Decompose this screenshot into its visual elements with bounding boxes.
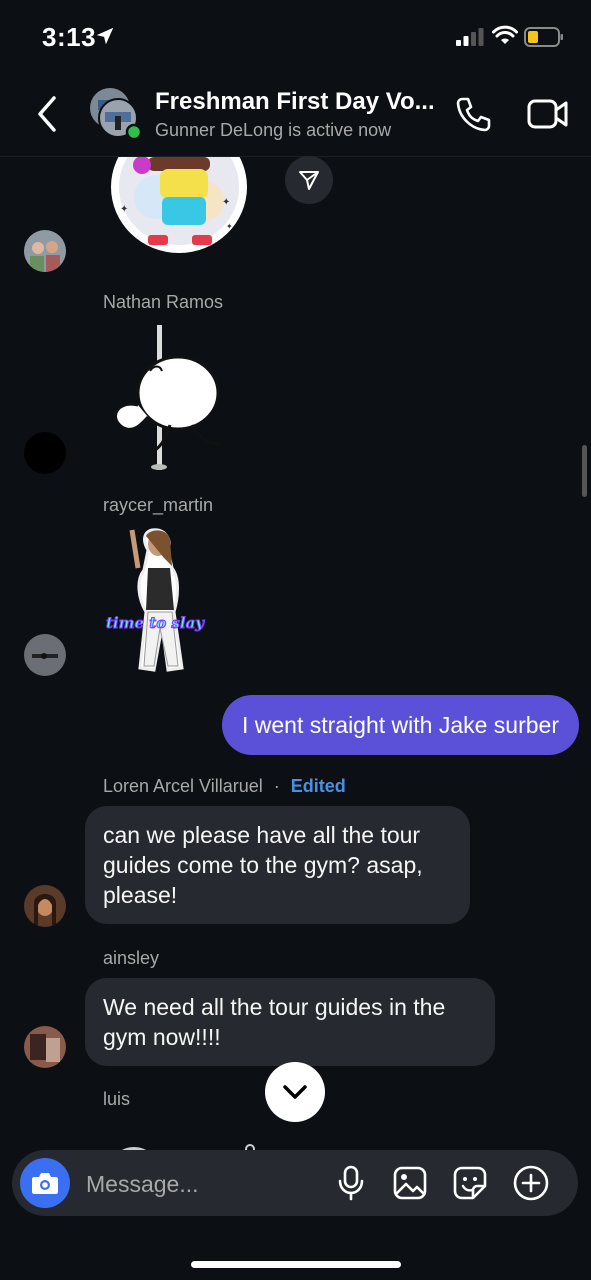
sender-name: raycer_martin	[103, 495, 214, 515]
svg-text:✦: ✦	[226, 222, 233, 231]
avatar[interactable]	[24, 1026, 66, 1068]
separator-dot: ·	[273, 776, 280, 796]
gallery-button[interactable]	[390, 1163, 430, 1203]
microphone-button[interactable]	[331, 1163, 371, 1203]
svg-text:✦: ✦	[120, 204, 128, 215]
signal-icon	[456, 28, 484, 46]
send-icon	[299, 171, 319, 190]
sticker-time-to-slay[interactable]: time to slay	[102, 528, 220, 676]
sticker-icon	[453, 1166, 487, 1200]
add-button[interactable]	[511, 1163, 551, 1203]
avatar[interactable]	[24, 634, 66, 676]
sticker-text: time to slay	[106, 614, 205, 632]
gallery-icon	[393, 1166, 427, 1200]
sender-name: Nathan Ramos	[103, 292, 224, 312]
group-avatar[interactable]	[88, 86, 144, 142]
sticker-partial[interactable]	[110, 1140, 270, 1150]
home-indicator[interactable]	[191, 1261, 401, 1268]
message-input[interactable]	[84, 1165, 318, 1203]
sticker-button[interactable]	[450, 1163, 490, 1203]
scroll-to-bottom-button[interactable]	[265, 1062, 325, 1122]
share-button[interactable]	[285, 156, 333, 204]
wifi-icon	[492, 25, 518, 44]
sticker-dancing-character[interactable]: ✦ ✦ ✦	[108, 157, 250, 257]
sticker-pole-cat[interactable]	[100, 325, 225, 470]
chevron-down-icon	[283, 1085, 307, 1099]
sender-name: ainsley	[103, 948, 160, 968]
avatar[interactable]	[24, 230, 66, 272]
header-divider	[0, 156, 591, 157]
camera-button[interactable]	[20, 1158, 70, 1208]
outgoing-message[interactable]: I went straight with Jake surber	[221, 695, 579, 755]
sender-name: luis	[103, 1089, 131, 1109]
add-icon	[513, 1165, 549, 1201]
incoming-message[interactable]: We need all the tour guides in the gym n…	[85, 978, 495, 1066]
location-arrow-icon	[96, 27, 114, 45]
incoming-message[interactable]: can we please have all the tour guides c…	[85, 806, 470, 924]
microphone-icon	[338, 1165, 364, 1201]
svg-text:✦: ✦	[222, 197, 230, 208]
battery-icon	[524, 27, 563, 47]
video-camera-icon[interactable]	[526, 94, 570, 134]
sender-name: Loren Arcel Villaruel	[103, 776, 263, 796]
back-icon[interactable]	[30, 92, 66, 136]
sender-name-row: Loren Arcel Villaruel · Edited	[103, 776, 346, 797]
camera-icon	[32, 1173, 58, 1194]
avatar[interactable]	[24, 885, 66, 927]
avatar[interactable]	[24, 432, 66, 474]
chat-title[interactable]: Freshman First Day Vo...	[155, 88, 445, 116]
active-status: Gunner DeLong is active now	[155, 120, 392, 140]
edited-label[interactable]: Edited	[291, 776, 346, 796]
scroll-indicator[interactable]	[582, 445, 587, 497]
phone-icon[interactable]	[454, 94, 494, 134]
status-time: 3:13	[42, 22, 97, 52]
